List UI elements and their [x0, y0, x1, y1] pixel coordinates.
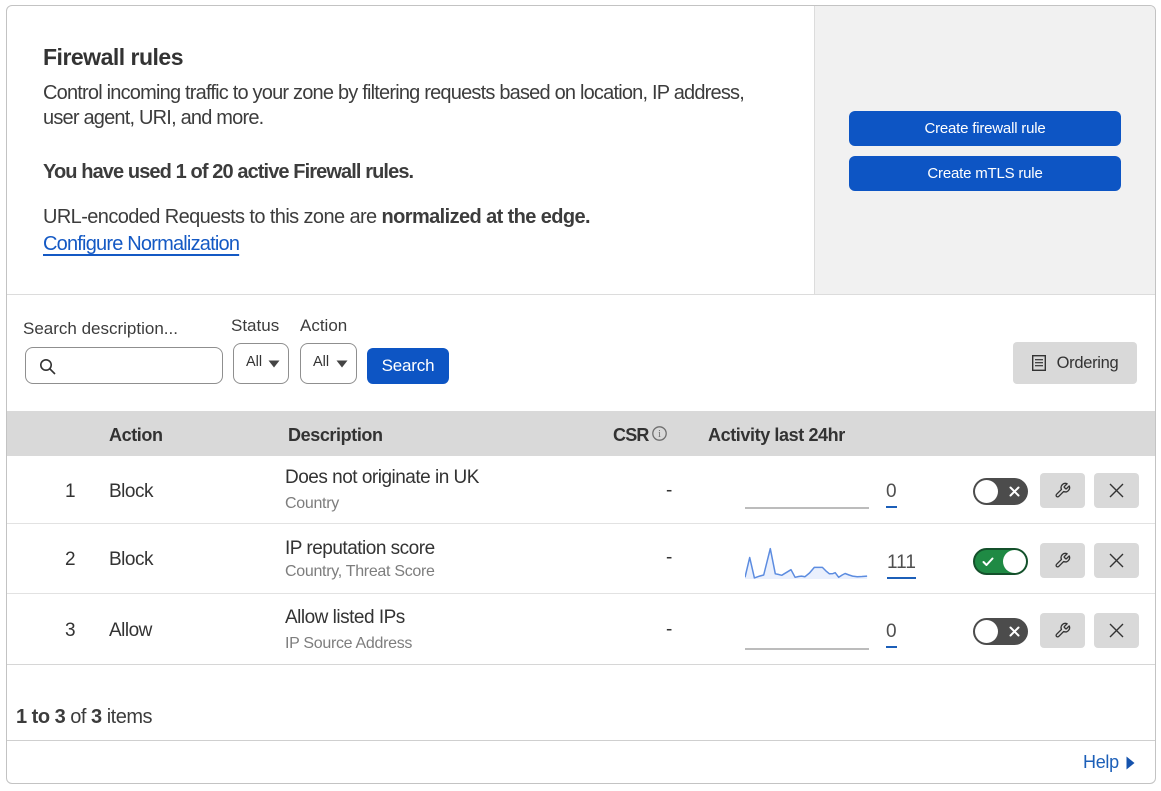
- svg-text:i: i: [658, 429, 661, 440]
